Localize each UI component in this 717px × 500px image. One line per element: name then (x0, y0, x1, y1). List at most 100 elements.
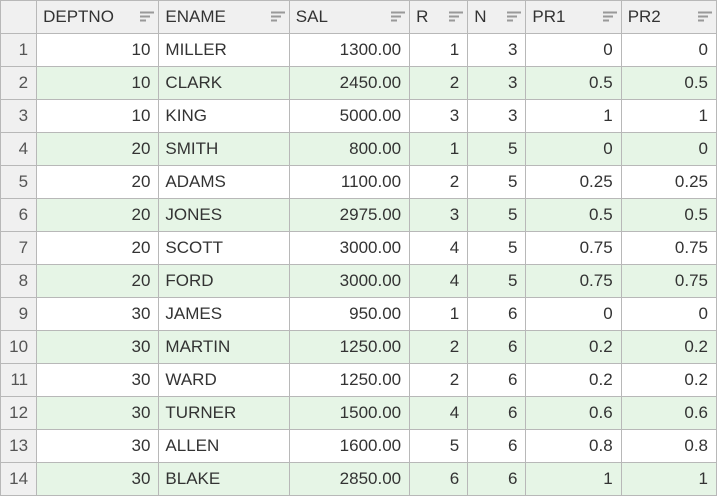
table-row[interactable]: 310KING5000.003311 (1, 100, 717, 133)
cell-deptno[interactable]: 30 (37, 397, 159, 430)
cell-r[interactable]: 1 (410, 298, 468, 331)
cell-pr2[interactable]: 0.25 (621, 166, 716, 199)
cell-pr2[interactable]: 0.75 (621, 232, 716, 265)
cell-sal[interactable]: 1500.00 (289, 397, 409, 430)
cell-n[interactable]: 6 (468, 364, 526, 397)
table-row[interactable]: 620JONES2975.00350.50.5 (1, 199, 717, 232)
col-header-deptno[interactable]: DEPTNO (37, 1, 159, 34)
cell-deptno[interactable]: 20 (37, 166, 159, 199)
col-header-sal[interactable]: SAL (289, 1, 409, 34)
cell-pr1[interactable]: 0.25 (526, 166, 621, 199)
cell-pr2[interactable]: 0 (621, 34, 716, 67)
cell-pr1[interactable]: 0.8 (526, 430, 621, 463)
cell-sal[interactable]: 5000.00 (289, 100, 409, 133)
cell-pr1[interactable]: 0.75 (526, 232, 621, 265)
table-row[interactable]: 420SMITH800.001500 (1, 133, 717, 166)
table-row[interactable]: 1030MARTIN1250.00260.20.2 (1, 331, 717, 364)
cell-r[interactable]: 5 (410, 430, 468, 463)
cell-sal[interactable]: 950.00 (289, 298, 409, 331)
table-row[interactable]: 1430BLAKE2850.006611 (1, 463, 717, 496)
cell-pr1[interactable]: 0.2 (526, 331, 621, 364)
cell-ename[interactable]: SMITH (159, 133, 289, 166)
cell-n[interactable]: 5 (468, 265, 526, 298)
cell-n[interactable]: 6 (468, 430, 526, 463)
cell-sal[interactable]: 1250.00 (289, 331, 409, 364)
table-row[interactable]: 1230TURNER1500.00460.60.6 (1, 397, 717, 430)
cell-sal[interactable]: 3000.00 (289, 232, 409, 265)
cell-ename[interactable]: BLAKE (159, 463, 289, 496)
table-row[interactable]: 820FORD3000.00450.750.75 (1, 265, 717, 298)
cell-ename[interactable]: SCOTT (159, 232, 289, 265)
row-number-cell[interactable]: 5 (1, 166, 37, 199)
cell-ename[interactable]: WARD (159, 364, 289, 397)
cell-ename[interactable]: KING (159, 100, 289, 133)
cell-r[interactable]: 2 (410, 331, 468, 364)
cell-n[interactable]: 5 (468, 199, 526, 232)
col-header-pr1[interactable]: PR1 (526, 1, 621, 34)
cell-r[interactable]: 2 (410, 166, 468, 199)
table-row[interactable]: 210CLARK2450.00230.50.5 (1, 67, 717, 100)
cell-pr2[interactable]: 1 (621, 463, 716, 496)
row-number-cell[interactable]: 1 (1, 34, 37, 67)
cell-r[interactable]: 6 (410, 463, 468, 496)
cell-deptno[interactable]: 10 (37, 34, 159, 67)
cell-r[interactable]: 4 (410, 265, 468, 298)
table-row[interactable]: 520ADAMS1100.00250.250.25 (1, 166, 717, 199)
row-number-cell[interactable]: 3 (1, 100, 37, 133)
cell-n[interactable]: 6 (468, 397, 526, 430)
cell-n[interactable]: 6 (468, 463, 526, 496)
row-number-cell[interactable]: 11 (1, 364, 37, 397)
cell-pr1[interactable]: 0.75 (526, 265, 621, 298)
cell-sal[interactable]: 3000.00 (289, 265, 409, 298)
cell-deptno[interactable]: 20 (37, 232, 159, 265)
cell-ename[interactable]: JAMES (159, 298, 289, 331)
cell-n[interactable]: 5 (468, 166, 526, 199)
cell-deptno[interactable]: 30 (37, 364, 159, 397)
cell-sal[interactable]: 1600.00 (289, 430, 409, 463)
cell-r[interactable]: 2 (410, 67, 468, 100)
col-header-n[interactable]: N (468, 1, 526, 34)
cell-sal[interactable]: 2975.00 (289, 199, 409, 232)
cell-deptno[interactable]: 30 (37, 298, 159, 331)
table-row[interactable]: 1330ALLEN1600.00560.80.8 (1, 430, 717, 463)
table-row[interactable]: 720SCOTT3000.00450.750.75 (1, 232, 717, 265)
cell-deptno[interactable]: 30 (37, 430, 159, 463)
cell-n[interactable]: 6 (468, 298, 526, 331)
cell-r[interactable]: 4 (410, 397, 468, 430)
corner-cell[interactable] (1, 1, 37, 34)
row-number-cell[interactable]: 6 (1, 199, 37, 232)
cell-n[interactable]: 3 (468, 100, 526, 133)
cell-pr1[interactable]: 0.5 (526, 67, 621, 100)
cell-deptno[interactable]: 30 (37, 463, 159, 496)
cell-ename[interactable]: TURNER (159, 397, 289, 430)
cell-r[interactable]: 3 (410, 199, 468, 232)
cell-pr1[interactable]: 1 (526, 100, 621, 133)
cell-pr2[interactable]: 0.75 (621, 265, 716, 298)
cell-deptno[interactable]: 20 (37, 265, 159, 298)
cell-n[interactable]: 5 (468, 232, 526, 265)
cell-pr1[interactable]: 0 (526, 133, 621, 166)
row-number-cell[interactable]: 2 (1, 67, 37, 100)
row-number-cell[interactable]: 13 (1, 430, 37, 463)
col-header-pr2[interactable]: PR2 (621, 1, 716, 34)
row-number-cell[interactable]: 12 (1, 397, 37, 430)
cell-pr1[interactable]: 0 (526, 298, 621, 331)
cell-ename[interactable]: ADAMS (159, 166, 289, 199)
cell-pr1[interactable]: 0.2 (526, 364, 621, 397)
cell-r[interactable]: 3 (410, 100, 468, 133)
cell-pr1[interactable]: 1 (526, 463, 621, 496)
col-header-ename[interactable]: ENAME (159, 1, 289, 34)
cell-deptno[interactable]: 10 (37, 100, 159, 133)
cell-ename[interactable]: FORD (159, 265, 289, 298)
row-number-cell[interactable]: 14 (1, 463, 37, 496)
cell-ename[interactable]: MILLER (159, 34, 289, 67)
cell-pr1[interactable]: 0.5 (526, 199, 621, 232)
cell-pr2[interactable]: 0.2 (621, 364, 716, 397)
cell-pr2[interactable]: 1 (621, 100, 716, 133)
cell-sal[interactable]: 1250.00 (289, 364, 409, 397)
cell-pr1[interactable]: 0 (526, 34, 621, 67)
col-header-r[interactable]: R (410, 1, 468, 34)
cell-ename[interactable]: MARTIN (159, 331, 289, 364)
cell-ename[interactable]: JONES (159, 199, 289, 232)
cell-sal[interactable]: 1300.00 (289, 34, 409, 67)
